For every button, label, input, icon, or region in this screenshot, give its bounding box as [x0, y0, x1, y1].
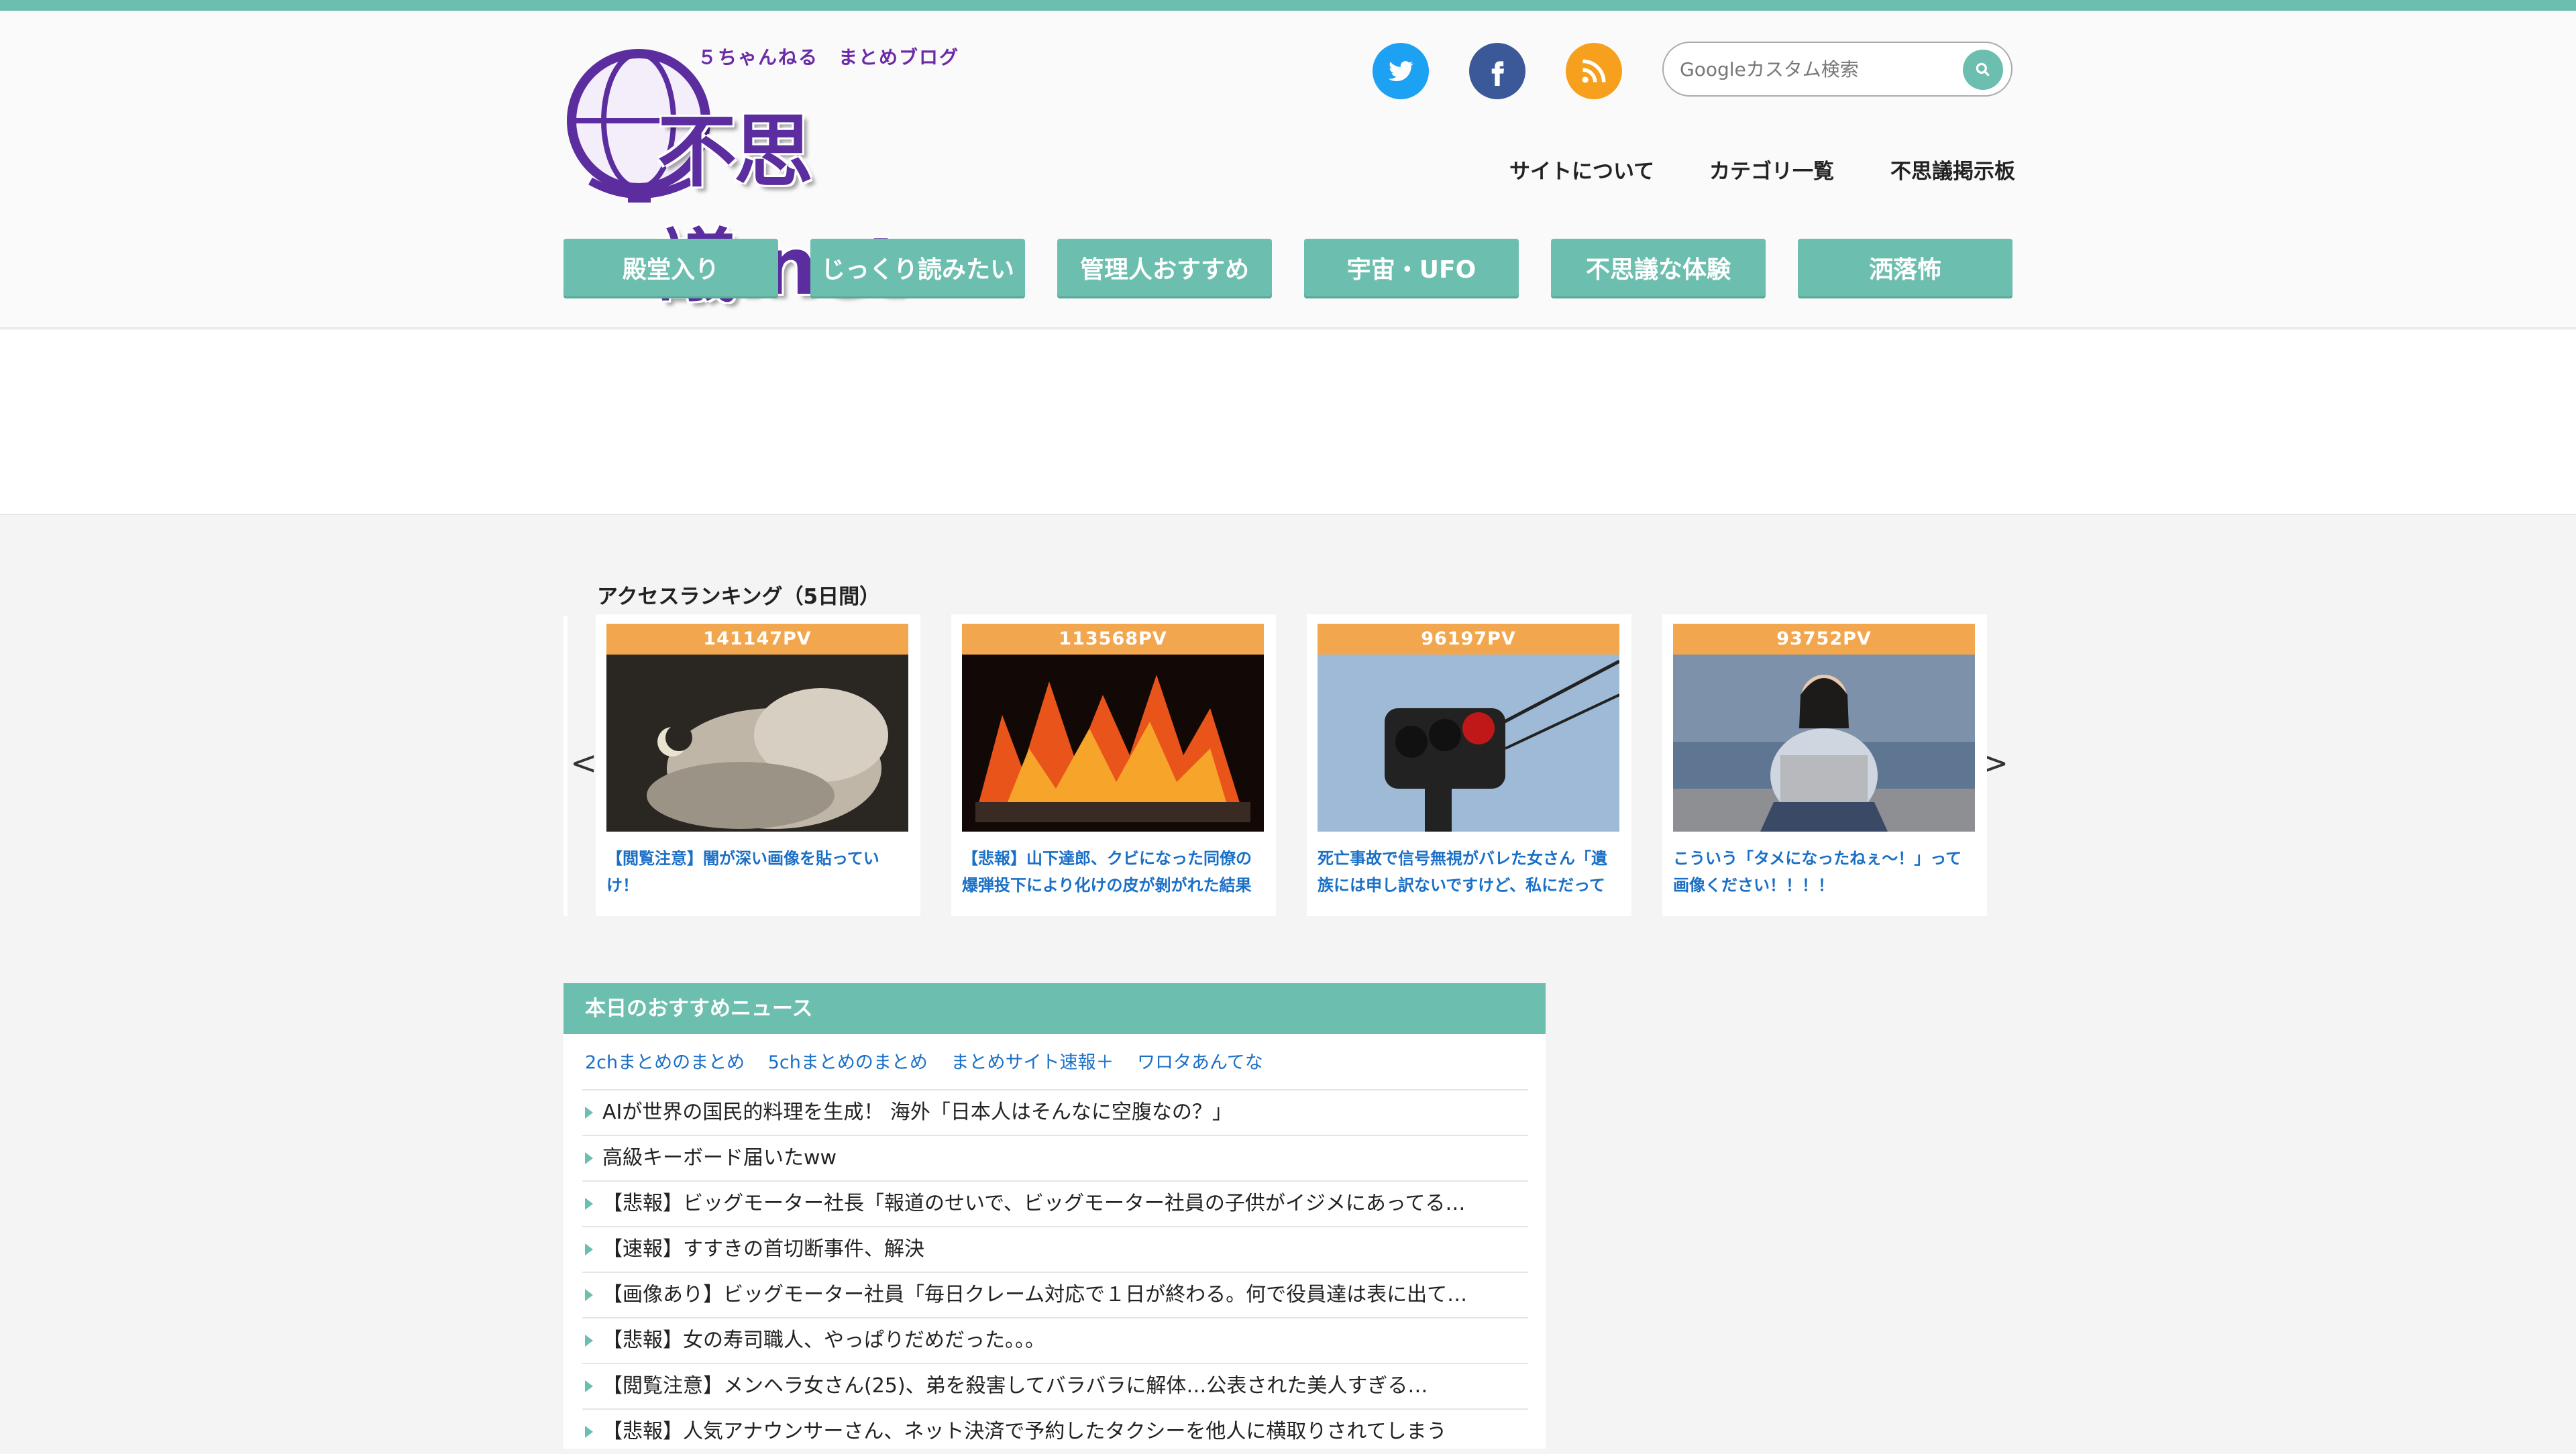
news-item[interactable]: 【画像あり】ビッグモーター社員「毎日クレーム対応で１日が終わる。何で役員達は表に… [582, 1272, 1528, 1317]
news-source-link[interactable]: まとめサイト速報＋ [951, 1052, 1114, 1073]
news-list: AIが世界の国民的料理を生成！ 海外「日本人はそんなに空腹なの？」 高級キーボー… [582, 1089, 1528, 1454]
ranking-thumbnail [606, 655, 908, 832]
category-button-sharekowa[interactable]: 洒落怖 [1798, 239, 2012, 296]
news-source-link[interactable]: ワロタあんてな [1137, 1052, 1263, 1073]
category-button-space-ufo[interactable]: 宇宙・UFO [1304, 239, 1519, 296]
nav-about[interactable]: サイトについて [1509, 154, 1654, 184]
ranking-thumbnail [1318, 655, 1619, 832]
category-button-admin-picks[interactable]: 管理人おすすめ [1057, 239, 1272, 296]
news-header: 本日のおすすめニュース [564, 983, 1546, 1034]
ranking-article-title: 【悲報】山下達郎、クビになった同僚の爆弾投下により化けの皮が剝がれた結果 [962, 849, 1252, 895]
nav-categories[interactable]: カテゴリ一覧 [1709, 154, 1834, 184]
category-button-mysterious-experience[interactable]: 不思議な体験 [1551, 239, 1766, 296]
ranking-thumbnail [1673, 655, 1975, 832]
ranking-pv-badge: 113568PV [962, 624, 1264, 655]
ad-banner-area [0, 330, 2576, 515]
ranking-pv-badge: 93752PV [1673, 624, 1975, 655]
ranking-pv-badge: 96197PV [1318, 624, 1619, 655]
ranking-article-title: 【閲覧注意】闇が深い画像を貼っていけ！ [606, 849, 879, 895]
facebook-icon [1491, 61, 1505, 86]
nav-bbs[interactable]: 不思議掲示板 [1890, 154, 2015, 184]
search-box [1662, 42, 2012, 97]
ranking-pv-badge: 141147PV [606, 624, 908, 655]
logo-tagline: ５ちゃんねる まとめブログ [698, 46, 960, 68]
news-item[interactable]: AIが世界の国民的料理を生成！ 海外「日本人はそんなに空腹なの？」 [582, 1089, 1528, 1135]
search-input[interactable] [1680, 54, 1948, 85]
ranking-card[interactable]: 96197PV 死亡事故で信号無視がバレた女さん「遺族には申し訳ないですけど、私… [1307, 614, 1631, 916]
news-item[interactable]: 【悲報】人気アナウンサーさん、ネット決済で予約したタクシーを他人に横取りされてし… [582, 1408, 1528, 1454]
ranking-article-title: 死亡事故で信号無視がバレた女さん「遺族には申し訳ないですけど、私にだって [1318, 849, 1607, 895]
ranking-thumbnail [962, 655, 1264, 832]
ranking-card[interactable]: 113568PV 【悲報】山下達郎、クビになった同僚の爆弾投下により化けの皮が剝… [951, 614, 1276, 916]
news-item[interactable]: 【悲報】女の寿司職人、やっぱりだめだった。。。 [582, 1317, 1528, 1363]
site-header [0, 11, 2576, 329]
category-button-long-reads[interactable]: じっくり読みたい [810, 239, 1025, 296]
rss-icon [1582, 59, 1606, 83]
news-source-link[interactable]: 2chまとめのまとめ [585, 1052, 745, 1073]
news-item[interactable]: 【閲覧注意】メンヘラ女さん(25)、弟を殺害してバラバラに解体…公表された美人す… [582, 1363, 1528, 1408]
ranking-card[interactable]: 93752PV こういう「タメになったねぇ～！」って画像ください！！！！ [1662, 614, 1987, 916]
news-item[interactable]: 【悲報】ビッグモーター社長「報道のせいで、ビッグモーター社員の子供がイジメにあっ… [582, 1180, 1528, 1226]
news-item[interactable]: 【速報】すすきの首切断事件、解決 [582, 1226, 1528, 1272]
top-accent-bar [0, 0, 2576, 11]
facebook-button[interactable] [1469, 43, 1525, 99]
search-icon [1976, 62, 1990, 76]
news-source-links: 2chまとめのまとめ 5chまとめのまとめ まとめサイト速報＋ ワロタあんてな [585, 1048, 1281, 1074]
ranking-article-title: こういう「タメになったねぇ～！」って画像ください！！！！ [1673, 849, 1962, 895]
news-item[interactable]: 高級キーボード届いたww [582, 1135, 1528, 1180]
site-logo[interactable]: ５ちゃんねる まとめブログ 不思議.net [564, 30, 1006, 313]
news-source-link[interactable]: 5chまとめのまとめ [768, 1052, 928, 1073]
search-button[interactable] [1963, 50, 2003, 90]
ranking-title: アクセスランキング（5日間） [597, 585, 881, 609]
carousel-prev-button[interactable]: < [570, 744, 597, 782]
twitter-button[interactable] [1373, 43, 1429, 99]
category-button-hall-of-fame[interactable]: 殿堂入り [564, 239, 778, 296]
carousel-edge [564, 616, 568, 916]
recommended-news-box: 本日のおすすめニュース 2chまとめのまとめ 5chまとめのまとめ まとめサイト… [564, 983, 1546, 1449]
ranking-card[interactable]: 141147PV 【閲覧注意】闇が深い画像を貼っていけ！ [596, 614, 920, 916]
twitter-icon [1388, 61, 1414, 82]
rss-button[interactable] [1566, 43, 1622, 99]
